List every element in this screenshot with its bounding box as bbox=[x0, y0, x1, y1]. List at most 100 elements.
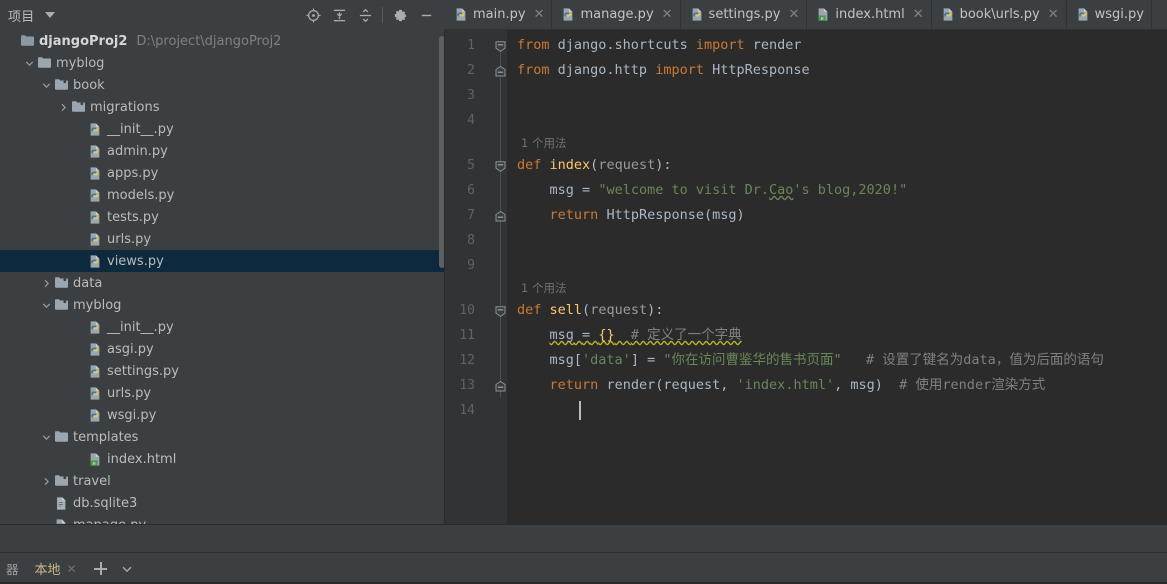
editor-gutter[interactable]: 1 2 3 4 5 6 7 8 9 10 11 12 13 14 bbox=[445, 30, 507, 524]
tree-item[interactable]: __init__.py bbox=[0, 316, 445, 338]
tree-item[interactable]: djangoProj2 D:\project\djangoProj2 bbox=[0, 30, 445, 52]
close-icon[interactable]: ✕ bbox=[534, 8, 545, 21]
chevron-right-icon bbox=[44, 279, 49, 287]
chevron-down-icon[interactable] bbox=[38, 300, 54, 311]
editor-tab-manage-py[interactable]: manage.py ✕ bbox=[552, 0, 681, 29]
fold-end-icon[interactable] bbox=[494, 208, 507, 222]
tree-item[interactable]: db.sqlite3 bbox=[0, 492, 445, 514]
code-line-11[interactable]: msg = {} # 定义了一个字典 bbox=[517, 323, 742, 348]
code-line-10[interactable]: def sell(request): bbox=[517, 298, 663, 323]
tree-item[interactable]: wsgi.py bbox=[0, 404, 445, 426]
code-line-2[interactable]: from django.http import HttpResponse bbox=[517, 58, 810, 83]
tree-item[interactable]: tests.py bbox=[0, 206, 445, 228]
usage-hint[interactable]: 1 个用法 bbox=[521, 278, 566, 298]
terminal-tab-label: 本地 bbox=[34, 563, 61, 578]
expand-all-icon[interactable] bbox=[326, 2, 352, 28]
chevron-down-icon[interactable] bbox=[115, 557, 139, 581]
tree-item[interactable]: urls.py bbox=[0, 228, 445, 250]
fold-collapse-icon[interactable] bbox=[494, 303, 507, 318]
chevron-down-icon bbox=[42, 83, 50, 88]
tree-item[interactable]: urls.py bbox=[0, 382, 445, 404]
chevron-down-icon bbox=[42, 303, 50, 308]
tree-item-label: tests.py bbox=[107, 209, 159, 225]
code-line-12[interactable]: msg['data'] = "你在访问曹鉴华的售书页面" # 设置了键名为dat… bbox=[517, 348, 1104, 373]
chevron-right-icon[interactable] bbox=[38, 278, 54, 289]
editor-tab-settings-py[interactable]: settings.py ✕ bbox=[681, 0, 808, 29]
module-folder-icon bbox=[20, 34, 34, 49]
tree-item[interactable]: templates bbox=[0, 426, 445, 448]
tree-item[interactable]: migrations bbox=[0, 96, 445, 118]
python-file-icon bbox=[88, 166, 102, 181]
tree-item[interactable]: manage.py bbox=[0, 514, 445, 524]
tree-item[interactable]: settings.py bbox=[0, 360, 445, 382]
fold-collapse-icon[interactable] bbox=[494, 38, 507, 53]
chevron-down-icon[interactable] bbox=[44, 12, 55, 18]
html-file-icon: H bbox=[88, 452, 102, 467]
tree-item-selected[interactable]: views.py bbox=[0, 250, 445, 272]
tree-item[interactable]: myblog bbox=[0, 52, 445, 74]
python-file-icon bbox=[88, 386, 102, 401]
gear-icon[interactable] bbox=[387, 2, 413, 28]
folder-icon bbox=[54, 430, 68, 445]
terminal-tab-local[interactable]: 本地 ✕ bbox=[23, 555, 87, 582]
close-icon[interactable]: ✕ bbox=[788, 8, 799, 21]
collapse-all-icon[interactable] bbox=[352, 2, 378, 28]
python-file-icon bbox=[88, 320, 102, 335]
code-line-1[interactable]: from django.shortcuts import render bbox=[517, 33, 802, 58]
code-line-7[interactable]: return HttpResponse(msg) bbox=[517, 203, 745, 228]
close-icon[interactable]: ✕ bbox=[662, 8, 673, 21]
tree-item[interactable]: data bbox=[0, 272, 445, 294]
chevron-down-icon[interactable] bbox=[38, 80, 54, 91]
tree-item[interactable]: Hindex.html bbox=[0, 448, 445, 470]
chevron-right-icon[interactable] bbox=[55, 102, 71, 113]
tree-item[interactable]: models.py bbox=[0, 184, 445, 206]
code-line-5[interactable]: def index(request): bbox=[517, 153, 671, 178]
source-folder-icon bbox=[54, 298, 68, 313]
close-icon[interactable]: ✕ bbox=[913, 8, 924, 21]
svg-text:H: H bbox=[93, 461, 96, 466]
chevron-right-icon[interactable] bbox=[38, 476, 54, 487]
tree-item[interactable]: apps.py bbox=[0, 162, 445, 184]
minimize-icon[interactable] bbox=[413, 2, 439, 28]
tree-item-label: admin.py bbox=[107, 143, 168, 159]
tree-item[interactable]: book bbox=[0, 74, 445, 96]
fold-collapse-icon[interactable] bbox=[494, 158, 507, 173]
editor-tab-main-py[interactable]: main.py ✕ bbox=[445, 0, 553, 29]
text-caret bbox=[579, 401, 581, 420]
python-file-icon bbox=[690, 7, 704, 22]
plus-icon[interactable] bbox=[89, 557, 113, 581]
usage-hint[interactable]: 1 个用法 bbox=[521, 133, 566, 153]
tree-item-label: migrations bbox=[90, 99, 160, 115]
db-file-icon bbox=[54, 496, 68, 511]
code-line-13[interactable]: return render(request, 'index.html', msg… bbox=[517, 373, 1046, 398]
tree-item-label: __init__.py bbox=[107, 319, 174, 335]
editor-code-area[interactable]: from django.shortcuts import render from … bbox=[507, 30, 1167, 524]
tree-item[interactable]: admin.py bbox=[0, 140, 445, 162]
tree-item-label: urls.py bbox=[107, 231, 152, 247]
tree-item[interactable]: __init__.py bbox=[0, 118, 445, 140]
code-editor[interactable]: 1 2 3 4 5 6 7 8 9 10 11 12 13 14 from django.shortcut… bbox=[445, 30, 1167, 524]
editor-tab-book-urls-py[interactable]: book\urls.py ✕ bbox=[932, 0, 1067, 29]
python-file-icon bbox=[88, 232, 102, 247]
tree-item[interactable]: travel bbox=[0, 470, 445, 492]
fold-end-icon[interactable] bbox=[494, 378, 507, 392]
tree-item[interactable]: myblog bbox=[0, 294, 445, 316]
locate-icon[interactable] bbox=[300, 2, 326, 28]
source-folder-icon bbox=[54, 78, 68, 93]
line-number: 7 bbox=[467, 208, 475, 223]
close-icon[interactable]: ✕ bbox=[1048, 8, 1059, 21]
close-icon[interactable]: ✕ bbox=[67, 562, 77, 576]
source-folder-icon bbox=[54, 474, 68, 489]
fold-end-icon[interactable] bbox=[494, 63, 507, 77]
chevron-down-icon[interactable] bbox=[38, 432, 54, 443]
tree-item-path: D:\project\djangoProj2 bbox=[136, 33, 282, 49]
editor-tab-index-html[interactable]: Hindex.html ✕ bbox=[807, 0, 932, 29]
tree-item[interactable]: asgi.py bbox=[0, 338, 445, 360]
editor-tab-wsgi-py[interactable]: wsgi.py bbox=[1067, 0, 1152, 29]
editor-tab-bar: main.py ✕ manage.py ✕ settings.py ✕ Hindex.htm… bbox=[445, 0, 1167, 30]
line-number: 13 bbox=[459, 378, 475, 393]
editor-tab-label: settings.py bbox=[708, 7, 781, 22]
chevron-down-icon[interactable] bbox=[21, 58, 37, 69]
code-line-6[interactable]: msg = "welcome to visit Dr.Cao's blog,20… bbox=[517, 178, 908, 203]
tree-item-label: models.py bbox=[107, 187, 175, 203]
